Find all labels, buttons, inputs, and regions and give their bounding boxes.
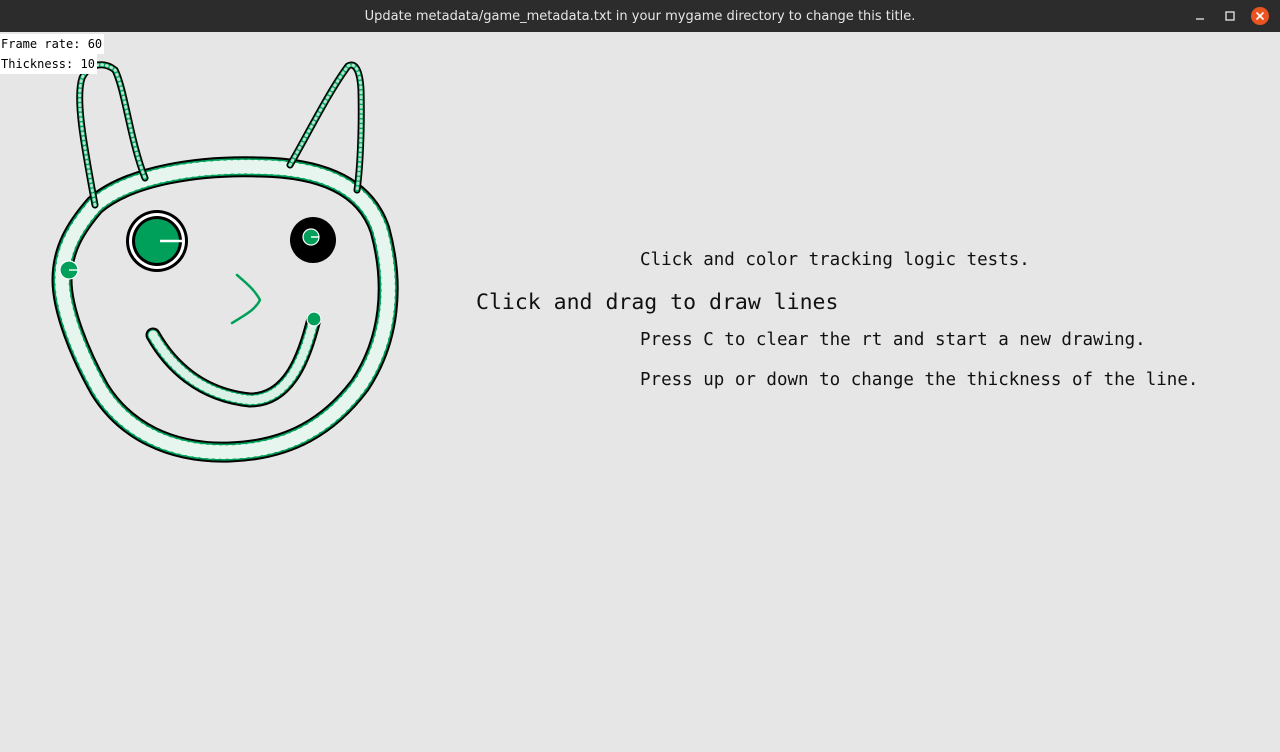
- cheek-dot: [59, 260, 79, 280]
- message-click-drag: Click and drag to draw lines: [476, 290, 839, 315]
- drawing-canvas[interactable]: [0, 32, 1280, 752]
- window-titlebar[interactable]: Update metadata/game_metadata.txt in you…: [0, 0, 1280, 32]
- thickness-label: Thickness: 10: [0, 54, 97, 74]
- message-clear-instruction: Press C to clear the rt and start a new …: [640, 330, 1146, 350]
- head-stroke: [51, 156, 399, 463]
- right-eye: [290, 217, 336, 263]
- minimize-button[interactable]: [1188, 4, 1212, 28]
- maximize-icon: [1225, 11, 1235, 21]
- nose-stroke: [230, 273, 262, 325]
- maximize-button[interactable]: [1218, 4, 1242, 28]
- mouth-stroke: [145, 311, 322, 408]
- frame-rate-label: Frame rate: 60: [0, 34, 105, 54]
- message-thickness-instruction: Press up or down to change the thickness…: [640, 370, 1199, 390]
- minimize-icon: [1196, 18, 1204, 20]
- close-icon: [1256, 12, 1264, 20]
- close-button-circle: [1251, 7, 1269, 25]
- left-eye: [126, 210, 188, 272]
- close-button[interactable]: [1248, 4, 1272, 28]
- window-title: Update metadata/game_metadata.txt in you…: [364, 8, 916, 24]
- window-controls: [1188, 0, 1272, 32]
- game-canvas[interactable]: Frame rate: 60 Thickness: 10 Click and c…: [0, 32, 1280, 752]
- message-tracking-tests: Click and color tracking logic tests.: [640, 250, 1030, 270]
